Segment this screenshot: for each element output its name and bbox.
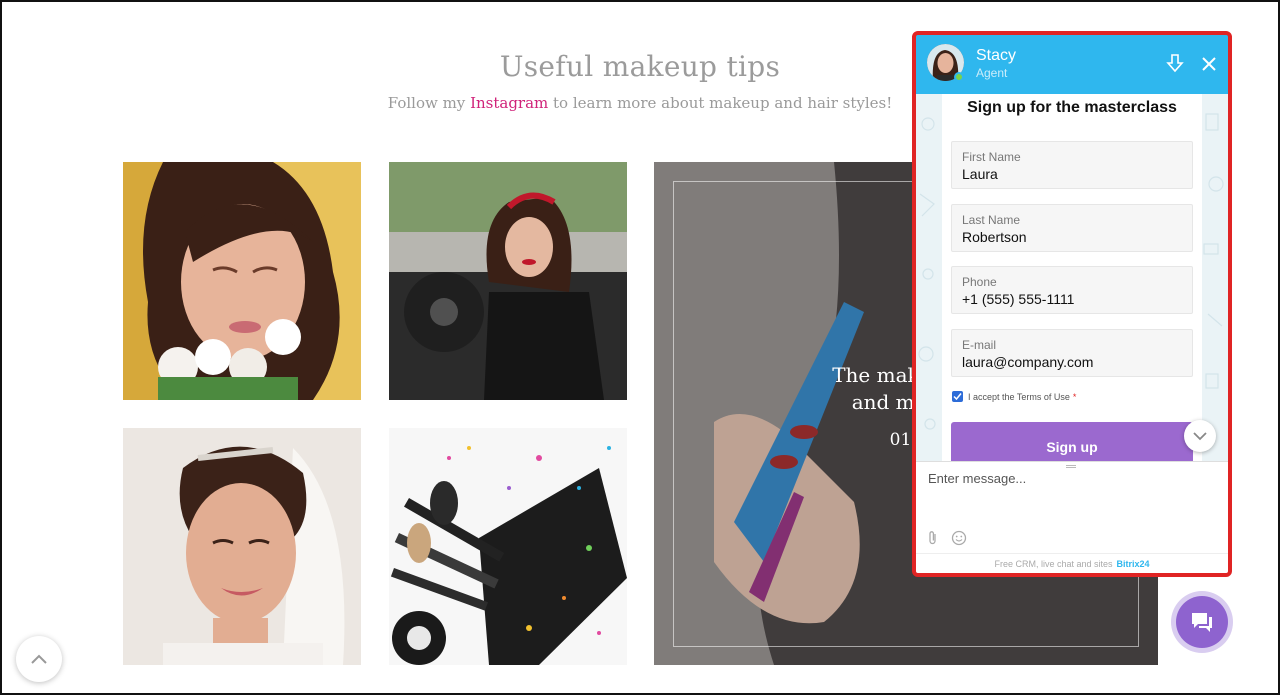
smile-icon[interactable] xyxy=(951,530,967,546)
subtitle-text-after: to learn more about makeup and hair styl… xyxy=(548,94,893,112)
chevron-down-icon xyxy=(1193,431,1207,440)
phone-label: Phone xyxy=(962,275,997,289)
form-title: Sign up for the masterclass xyxy=(967,99,1177,116)
sign-up-button[interactable]: Sign up xyxy=(951,422,1193,461)
resize-handle[interactable] xyxy=(1066,465,1076,468)
chat-header: Stacy Agent xyxy=(916,35,1228,94)
scroll-to-top-button[interactable] xyxy=(16,636,62,682)
message-composer: Enter message... xyxy=(916,461,1228,553)
terms-checkbox[interactable] xyxy=(952,391,963,402)
email-value: laura@company.com xyxy=(962,354,1094,370)
first-name-field[interactable]: First Name Laura xyxy=(951,141,1193,189)
open-chat-button[interactable] xyxy=(1171,591,1233,653)
last-name-value: Robertson xyxy=(962,229,1027,245)
email-label: E-mail xyxy=(962,338,997,352)
chat-body[interactable]: Sign up for the masterclass First Name L… xyxy=(916,94,1228,461)
chevron-up-icon xyxy=(31,654,47,664)
gallery-photo-bride[interactable] xyxy=(123,428,361,665)
agent-name: Stacy xyxy=(976,47,1017,64)
signup-form: Sign up for the masterclass First Name L… xyxy=(942,94,1202,461)
terms-required-marker: * xyxy=(1072,391,1077,402)
subtitle-text-before: Follow my xyxy=(387,94,471,112)
bitrix24-logo-link[interactable]: Bitrix24 xyxy=(1117,559,1150,569)
phone-value: +1 (555) 555-1111 xyxy=(962,291,1075,307)
instagram-link[interactable]: Instagram xyxy=(470,94,548,112)
first-name-value: Laura xyxy=(962,166,998,182)
email-field[interactable]: E-mail laura@company.com xyxy=(951,329,1193,377)
agent-role: Agent xyxy=(976,66,1008,80)
terms-label: I accept the Terms of Use xyxy=(968,391,1070,402)
online-status-dot xyxy=(954,72,964,82)
last-name-label: Last Name xyxy=(962,213,1021,227)
chat-widget: Stacy Agent Sign up for the masterclass … xyxy=(916,35,1228,573)
paperclip-icon[interactable] xyxy=(925,530,941,546)
first-name-label: First Name xyxy=(962,150,1021,164)
gallery-photo-brushes[interactable] xyxy=(389,428,627,665)
minimize-icon[interactable] xyxy=(1166,53,1184,75)
scroll-down-button[interactable] xyxy=(1184,420,1216,452)
gallery-photo-flowers[interactable] xyxy=(123,162,361,400)
check-icon xyxy=(953,393,962,401)
terms-row: I accept the Terms of Use * xyxy=(952,391,1076,402)
widget-footer: Free CRM, live chat and sites Bitrix24 xyxy=(916,553,1228,573)
last-name-field[interactable]: Last Name Robertson xyxy=(951,204,1193,252)
footer-text: Free CRM, live chat and sites xyxy=(994,559,1113,569)
phone-field[interactable]: Phone +1 (555) 555-1111 xyxy=(951,266,1193,314)
gallery-photo-car[interactable] xyxy=(389,162,627,400)
chat-bubble-icon xyxy=(1192,613,1212,632)
close-icon[interactable] xyxy=(1200,55,1218,73)
message-input[interactable]: Enter message... xyxy=(928,471,1026,486)
